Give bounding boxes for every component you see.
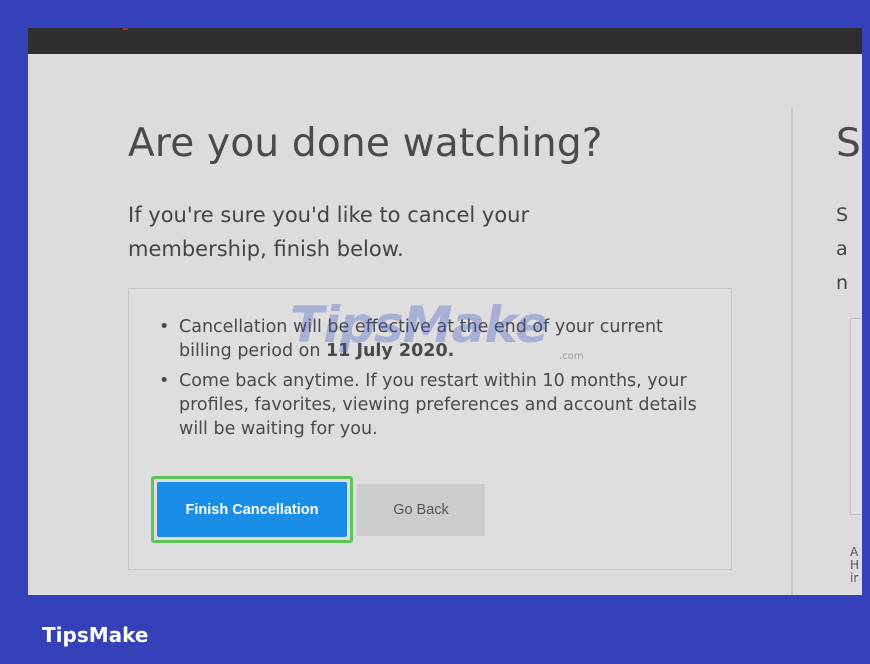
restart-info-text: Come back anytime. If you restart within… [179, 371, 697, 439]
go-back-button[interactable]: Go Back [357, 484, 485, 536]
right-text-line: S [836, 204, 849, 226]
right-small-line: ir [850, 571, 859, 585]
effective-date: 11 July 2020. [326, 341, 455, 361]
right-panel-box [850, 318, 862, 515]
logo-mark [123, 28, 128, 30]
top-nav-bar [28, 28, 862, 54]
page-title: Are you done watching? [128, 121, 603, 166]
browser-screen: Are you done watching? If you're sure yo… [28, 28, 862, 595]
bullet-icon: • [159, 317, 170, 337]
column-divider [791, 108, 793, 595]
cancellation-card: • Cancellation will be effective at the … [128, 288, 732, 570]
right-panel-footnote: A H ir [850, 546, 862, 585]
list-item: • Come back anytime. If you restart with… [157, 369, 717, 441]
right-text-line: a [836, 238, 848, 260]
right-text-line: n [836, 272, 849, 294]
list-item: • Cancellation will be effective at the … [157, 315, 717, 363]
finish-cancellation-button[interactable]: Finish Cancellation [157, 482, 347, 537]
info-list: • Cancellation will be effective at the … [157, 315, 717, 447]
right-panel-title: S [836, 121, 861, 166]
page-subtitle: If you're sure you'd like to cancel your… [128, 203, 530, 261]
brand-label: TipsMake [42, 623, 149, 647]
bullet-icon: • [159, 371, 170, 391]
right-panel-text: S a n [836, 198, 862, 300]
